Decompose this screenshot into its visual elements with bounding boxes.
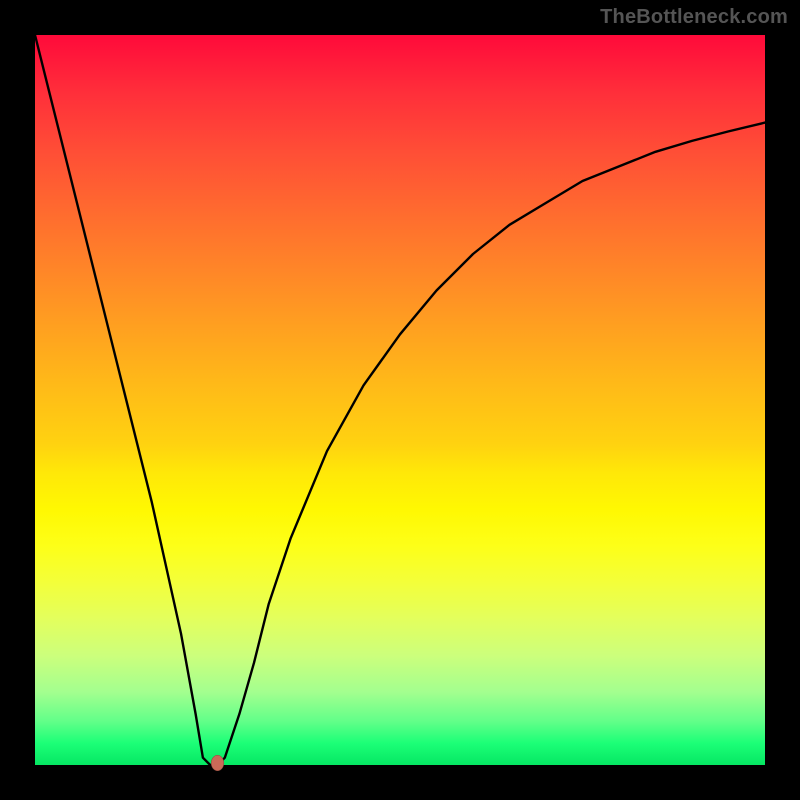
plot-area	[35, 35, 765, 765]
curve-path	[35, 35, 765, 765]
bottleneck-curve	[35, 35, 765, 765]
chart-frame: TheBottleneck.com	[0, 0, 800, 800]
optimum-marker	[211, 755, 224, 771]
watermark-text: TheBottleneck.com	[600, 6, 788, 29]
